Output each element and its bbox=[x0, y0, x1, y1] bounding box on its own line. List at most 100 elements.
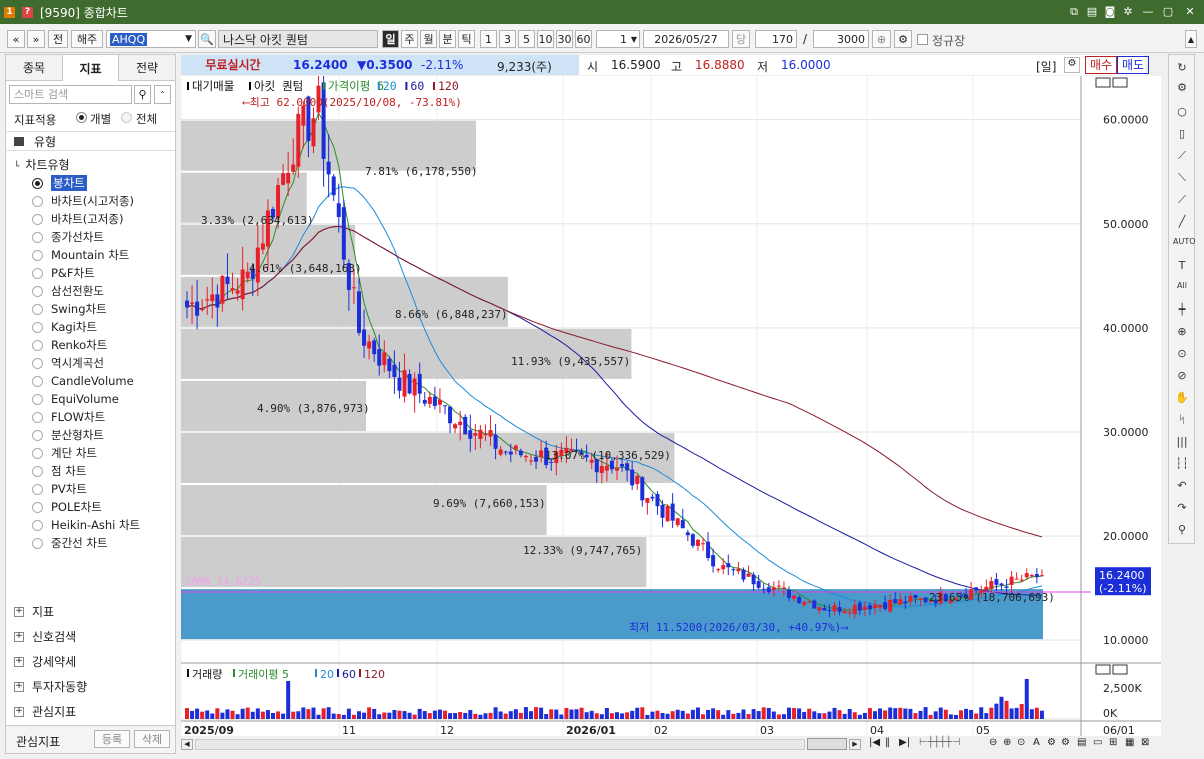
collapse-icon[interactable]: ▲ bbox=[1185, 30, 1197, 48]
memo-icon[interactable]: ▤ bbox=[1084, 5, 1100, 18]
close-icon[interactable]: ✕ bbox=[1182, 5, 1198, 18]
delete-button[interactable]: 삭제 bbox=[134, 730, 170, 748]
search-icon[interactable]: ⚲ bbox=[1173, 523, 1191, 539]
trend-tool-icon[interactable]: ⟋ bbox=[1173, 149, 1191, 165]
chart-type-option[interactable]: 삼선전환도 bbox=[32, 283, 104, 299]
restore-icon[interactable]: ▢ bbox=[1160, 5, 1176, 18]
chart-type-option[interactable]: Heikin-Ashi 차트 bbox=[32, 517, 140, 533]
chart-type-option[interactable]: 점 차트 bbox=[32, 463, 86, 479]
buy-button[interactable]: 매수 bbox=[1085, 56, 1117, 74]
register-button[interactable]: 등록 bbox=[94, 730, 130, 748]
chart-type-option[interactable]: Mountain 차트 bbox=[32, 247, 129, 263]
apply-each-radio[interactable] bbox=[76, 112, 87, 123]
tree-node[interactable]: └ 차트유형 bbox=[14, 156, 70, 173]
section-investor[interactable]: + 투자자동향 bbox=[14, 678, 87, 695]
window-icon[interactable]: ▤ bbox=[1077, 737, 1086, 748]
period-month-button[interactable]: 월 bbox=[420, 30, 437, 48]
first-icon[interactable]: |◀ bbox=[869, 737, 880, 748]
scroll-right-icon[interactable]: ▶ bbox=[849, 739, 861, 750]
horizontal-scrollbar[interactable] bbox=[195, 739, 805, 750]
hand-icon[interactable]: ✋ bbox=[1173, 391, 1191, 407]
chart-type-option[interactable]: 봉차트 bbox=[32, 175, 87, 191]
section-indicator[interactable]: + 지표 bbox=[14, 603, 54, 620]
gear-icon[interactable]: ⚙ bbox=[1064, 57, 1080, 73]
period-week-button[interactable]: 주 bbox=[401, 30, 418, 48]
section-strength[interactable]: + 강세약세 bbox=[14, 653, 76, 670]
refresh-icon[interactable]: ↻ bbox=[1173, 61, 1191, 77]
chart-type-option[interactable]: 역시계곡선 bbox=[32, 355, 104, 371]
sell-button[interactable]: 매도 bbox=[1117, 56, 1149, 74]
section-favorite[interactable]: + 관심지표 bbox=[14, 703, 76, 720]
period-minute-button[interactable]: 분 bbox=[439, 30, 456, 48]
search-icon[interactable]: 🔍 bbox=[198, 30, 216, 48]
circle-icon[interactable]: ○ bbox=[1173, 105, 1191, 121]
period-tick-button[interactable]: 틱 bbox=[458, 30, 475, 48]
scroll-left-icon[interactable]: ◀ bbox=[181, 739, 193, 750]
chart-type-option[interactable]: P&F차트 bbox=[32, 265, 95, 281]
fit-icon[interactable]: ⊙ bbox=[1017, 737, 1025, 748]
period-day-button[interactable]: 일 bbox=[382, 30, 399, 48]
chart-type-option[interactable]: Renko차트 bbox=[32, 337, 107, 353]
smart-search-input[interactable]: 스마트 검색 bbox=[9, 85, 132, 104]
jeon-button[interactable]: 전 bbox=[48, 30, 68, 48]
zoom-icon[interactable]: ⊕ bbox=[1173, 325, 1191, 341]
chart-type-option[interactable]: EquiVolume bbox=[32, 391, 119, 407]
chart-type-option[interactable]: 중간선 차트 bbox=[32, 535, 108, 551]
haeju-button[interactable]: 해주 bbox=[71, 30, 103, 48]
chart-type-option[interactable]: 분산형차트 bbox=[32, 427, 104, 443]
interval-30-button[interactable]: 30 bbox=[556, 30, 573, 48]
camera-icon[interactable]: ◙ bbox=[1102, 5, 1118, 18]
minimize-icon[interactable]: — bbox=[1140, 5, 1156, 18]
tab-stock[interactable]: 종목 bbox=[6, 55, 63, 81]
chevron-up-icon[interactable]: ⌃ bbox=[154, 85, 171, 104]
count-select[interactable]: 1 ▼ bbox=[596, 30, 640, 48]
dang-button[interactable]: 당 bbox=[732, 30, 750, 48]
gear-icon[interactable]: ⚙ bbox=[1061, 737, 1070, 748]
gear-icon[interactable]: ⚙ bbox=[894, 30, 912, 48]
chart-type-option[interactable]: Kagi차트 bbox=[32, 319, 97, 335]
prev-symbol-button[interactable]: « bbox=[7, 30, 25, 48]
bars-icon[interactable]: ||| bbox=[1173, 435, 1191, 451]
redo-icon[interactable]: ↷ bbox=[1173, 501, 1191, 517]
section-signal[interactable]: + 신호검색 bbox=[14, 628, 76, 645]
chart-type-option[interactable]: 바차트(고저종) bbox=[32, 211, 123, 227]
tab-strategy[interactable]: 전략 bbox=[119, 55, 175, 81]
auto-tool-icon[interactable]: AUTO bbox=[1173, 237, 1196, 253]
chart-type-option[interactable]: 종가선차트 bbox=[32, 229, 104, 245]
help-icon[interactable]: ? bbox=[22, 6, 33, 18]
add-panel-icon[interactable]: ⊞ bbox=[1109, 737, 1117, 748]
a-icon[interactable]: A bbox=[1033, 737, 1040, 748]
chart-type-option[interactable]: CandleVolume bbox=[32, 373, 134, 389]
all-tool-icon[interactable]: All bbox=[1173, 281, 1191, 297]
price-chart[interactable]: 60.0000 50.0000 40.0000 30.0000 20.0000 10.00… bbox=[181, 76, 1161, 736]
text-tool-icon[interactable]: T bbox=[1173, 259, 1191, 275]
group-header[interactable]: 유형 bbox=[6, 131, 175, 151]
next-symbol-button[interactable]: » bbox=[27, 30, 45, 48]
grid-icon[interactable]: ▦ bbox=[1125, 737, 1134, 748]
zoom-in-icon[interactable]: ⊕ bbox=[872, 30, 891, 48]
link-icon[interactable]: ⧉ bbox=[1066, 5, 1082, 19]
scroll-thumb[interactable] bbox=[807, 738, 847, 750]
total-count-input[interactable]: 3000 bbox=[813, 30, 869, 48]
date-input[interactable]: 2026/05/27 bbox=[643, 30, 729, 48]
candle-icon[interactable]: ┿ bbox=[1173, 303, 1191, 319]
zoom-out-icon[interactable]: ⊖ bbox=[989, 737, 997, 748]
apply-all-radio[interactable] bbox=[121, 112, 132, 123]
line-tool-icon[interactable]: ⟋ bbox=[1173, 193, 1191, 209]
chart-type-option[interactable]: 계단 차트 bbox=[32, 445, 97, 461]
search-icon[interactable]: ⚲ bbox=[134, 85, 151, 104]
chart-type-option[interactable]: PV차트 bbox=[32, 481, 87, 497]
range-slider[interactable]: ⊢┼┼┼┼⊣ bbox=[919, 737, 961, 748]
symbol-input[interactable]: AHQQ ▼ bbox=[106, 30, 196, 48]
close-panel-icon[interactable]: ⊠ bbox=[1141, 737, 1149, 748]
line-tool-icon[interactable]: ╱ bbox=[1173, 215, 1191, 231]
interval-3-button[interactable]: 3 bbox=[499, 30, 516, 48]
candle-tool-icon[interactable]: ▯ bbox=[1173, 127, 1191, 143]
window-icon[interactable]: ▭ bbox=[1093, 737, 1102, 748]
interval-10-button[interactable]: 10 bbox=[537, 30, 554, 48]
gear-icon[interactable]: ⚙ bbox=[1047, 737, 1056, 748]
chart-type-option[interactable]: Swing차트 bbox=[32, 301, 107, 317]
interval-5-button[interactable]: 5 bbox=[518, 30, 535, 48]
chart-type-option[interactable]: FLOW차트 bbox=[32, 409, 105, 425]
chart-type-option[interactable]: POLE차트 bbox=[32, 499, 102, 515]
